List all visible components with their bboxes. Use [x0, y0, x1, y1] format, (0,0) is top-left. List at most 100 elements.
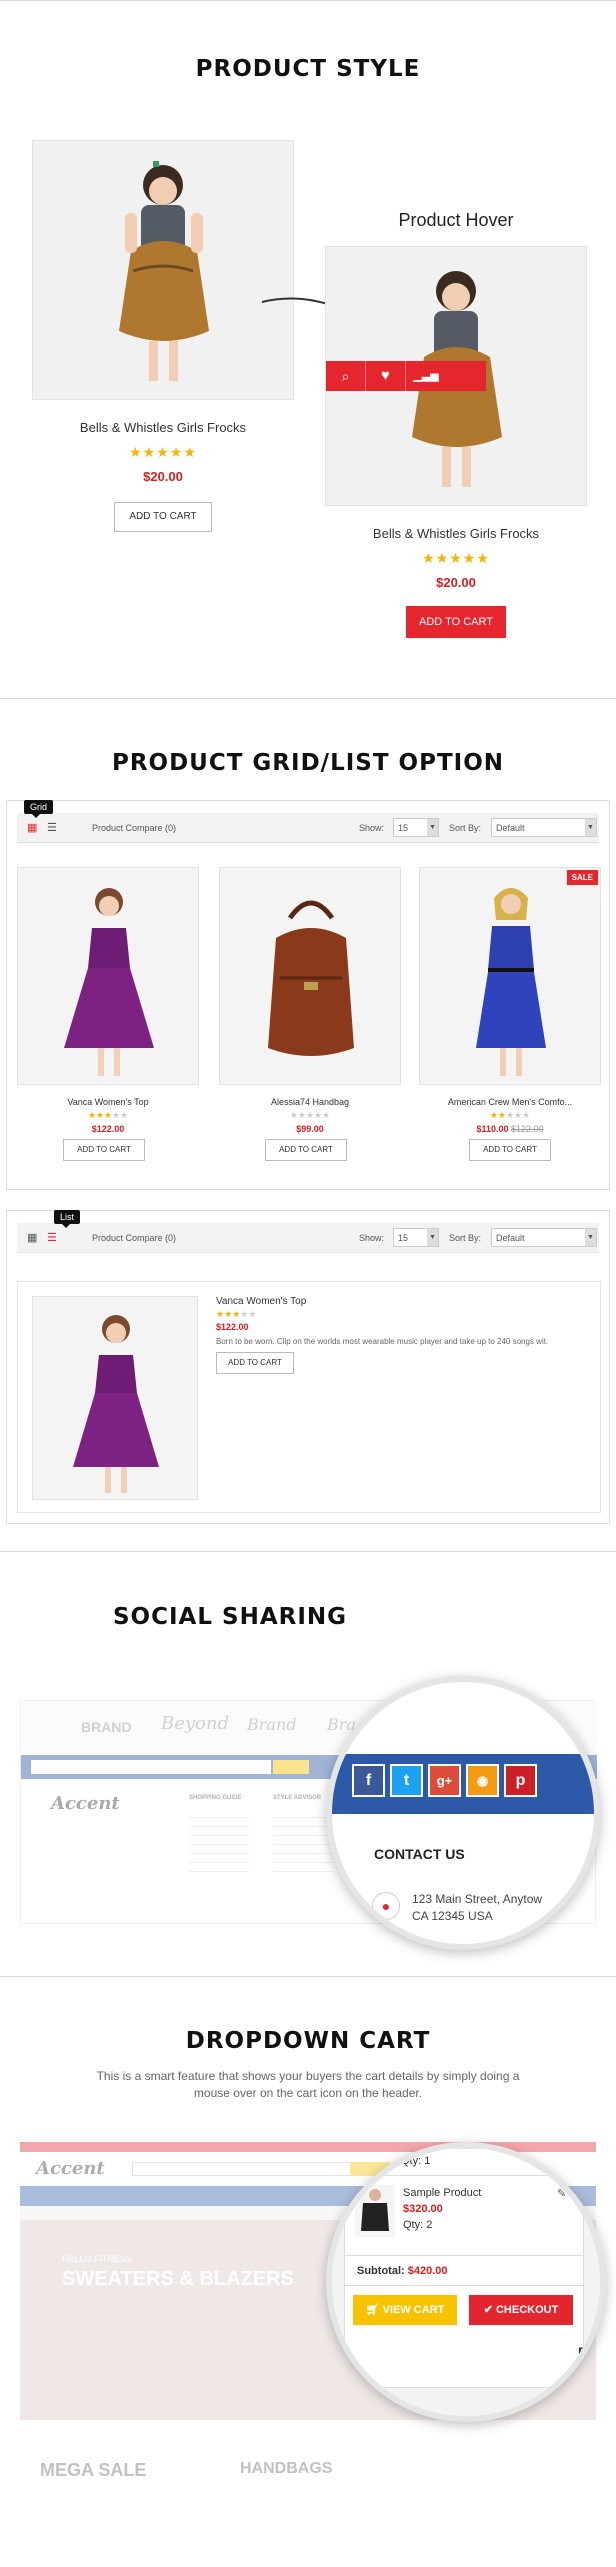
product-image-hover[interactable]: ⌕ ♥ ▁▃▅ — [325, 246, 587, 506]
divider — [0, 698, 616, 699]
google-plus-icon[interactable]: g+ — [428, 1764, 461, 1797]
handbags-banner: HANDBAGS — [240, 2460, 333, 2477]
list-toolbar: ▦ ☰ Product Compare (0) Show: 15 ▼ Sort B… — [17, 1223, 599, 1253]
compare-icon[interactable]: ▁▃▅ — [406, 361, 446, 391]
product-card-image[interactable] — [17, 867, 199, 1085]
checkout-label: CHECKOUT — [495, 2304, 559, 2316]
product-rating: ★★★★★ — [129, 444, 197, 460]
brand-logo: Brand — [247, 1715, 297, 1734]
product-name[interactable]: Vanca Women's Top — [17, 1097, 199, 1107]
chevron-down-icon: ▼ — [427, 1229, 438, 1246]
cart-divider — [345, 2285, 585, 2286]
list-view-icon[interactable]: ☰ — [47, 1231, 57, 1244]
footer-links — [189, 1809, 249, 1879]
quick-view-search-icon[interactable]: ⌕ — [326, 361, 366, 391]
product-rating-hover: ★★★★★ — [422, 550, 490, 566]
show-select[interactable]: 15 ▼ — [393, 1228, 439, 1247]
social-magnifier: f t g+ ◉ p CONTACT US ● 123 Main Street,… — [326, 1676, 600, 1950]
description-line: mouse over on the cart icon on the heade… — [193, 2086, 423, 2100]
list-item: Vanca Women's Top ★★★★★ $122.00 Born to … — [17, 1281, 601, 1513]
product-price: $122.00 — [91, 1124, 125, 1134]
cart-item-image[interactable] — [355, 2185, 395, 2237]
product-name[interactable]: Bells & Whistles Girls Frocks — [32, 420, 294, 435]
rss-icon[interactable]: ◉ — [466, 1764, 499, 1797]
product-name[interactable]: Alessia74 Handbag — [219, 1097, 401, 1107]
add-to-cart-button[interactable]: ADD TO CART — [216, 1352, 294, 1374]
pinterest-icon[interactable]: p — [504, 1764, 537, 1797]
cart-item-qty: Qty: 2 — [403, 2219, 433, 2231]
cart-divider — [345, 2175, 585, 2176]
product-price: $99.00 — [296, 1124, 324, 1134]
chevron-down-icon: ▼ — [585, 819, 596, 836]
top-divider — [0, 0, 616, 1]
grid-view-icon[interactable]: ▦ — [27, 821, 37, 834]
product-compare-link[interactable]: Product Compare (0) — [92, 823, 176, 833]
remove-x-icon[interactable]: ✕ — [571, 2187, 580, 2200]
footer-links — [273, 1809, 333, 1879]
list-item-image[interactable] — [32, 1296, 198, 1500]
list-tooltip: List — [54, 1210, 81, 1228]
checkout-button[interactable]: ✔ CHECKOUT — [469, 2295, 573, 2325]
section-title-social-sharing: SOCIAL SHARING — [112, 1604, 348, 1630]
list-item-name[interactable]: Vanca Women's Top — [216, 1296, 306, 1307]
sort-select[interactable]: Default ▼ — [491, 818, 597, 837]
search-button[interactable] — [273, 1760, 309, 1774]
footer-col-title: SHOPPING GUIDE — [189, 1795, 242, 1801]
add-to-cart-button[interactable]: ADD TO CART — [114, 502, 212, 532]
product-card-image[interactable] — [219, 867, 401, 1085]
old-price: $122.00 — [511, 1124, 544, 1134]
list-item-description: Born to be worn. Clip on the worlds most… — [216, 1337, 549, 1346]
blue-dress-image — [476, 888, 546, 1076]
add-to-cart-button-hover[interactable]: ADD TO CART — [406, 606, 506, 638]
divider — [0, 1976, 616, 1977]
product-name[interactable]: American Crew Men's Comfo... — [419, 1097, 601, 1107]
view-cart-button[interactable]: 🛒︎ VIEW CART — [353, 2295, 457, 2325]
brand-logo: BRAND — [81, 1719, 132, 1735]
wishlist-heart-icon[interactable]: ♥ — [366, 361, 406, 391]
twitter-icon[interactable]: t — [390, 1764, 423, 1797]
address-line-1: 123 Main Street, Anytow — [412, 1892, 543, 1906]
grid-view-panel: ▦ ☰ Product Compare (0) Show: 15 ▼ Sort B… — [6, 800, 610, 1190]
section-title-dropdown-cart: DROPDOWN CART — [185, 2028, 431, 2054]
product-price: $20.00 — [143, 469, 183, 484]
show-select[interactable]: 15 ▼ — [393, 818, 439, 837]
previous-item-qty: Qty: 1 — [401, 2155, 431, 2167]
product-rating: ★★★★★ — [489, 1110, 531, 1120]
brand-logo: Beyond — [161, 1713, 230, 1734]
check-icon: ✔ — [483, 2304, 493, 2316]
edit-pencil-icon[interactable]: ✎ — [557, 2187, 566, 2200]
product-name-hover[interactable]: Bells & Whistles Girls Frocks — [325, 526, 587, 541]
show-label: Show: — [359, 823, 385, 833]
mega-sale-banner: MEGA SALE — [40, 2460, 147, 2480]
grid-tooltip: Grid — [24, 800, 54, 818]
grid-toolbar: ▦ ☰ Product Compare (0) Show: 15 ▼ Sort B… — [17, 813, 599, 843]
description-line: This is a smart feature that shows your … — [96, 2069, 520, 2083]
subtotal-label: Subtotal: — [357, 2265, 405, 2277]
cart-item-name[interactable]: Sample Product — [403, 2187, 481, 2199]
list-view-icon[interactable]: ☰ — [47, 821, 57, 834]
sort-select[interactable]: Default ▼ — [491, 1228, 597, 1247]
list-view-panel: ▦ ☰ Product Compare (0) Show: 15 ▼ Sort B… — [6, 1210, 610, 1524]
grid-view-icon[interactable]: ▦ — [27, 1231, 37, 1244]
footer-col-title: STYLE ADVISOR — [273, 1795, 322, 1801]
add-to-cart-button[interactable]: ADD TO CART — [265, 1139, 347, 1161]
subtotal-value: $420.00 — [407, 2265, 448, 2277]
sort-value: Default — [496, 1233, 525, 1243]
product-card-image[interactable]: SALE — [419, 867, 601, 1085]
show-value: 15 — [398, 1233, 409, 1243]
subtotal-row: Subtotal: $420.00 — [357, 2265, 448, 2277]
product-compare-link[interactable]: Product Compare (0) — [92, 1233, 176, 1243]
facebook-icon[interactable]: f — [352, 1764, 385, 1797]
address-line-2: CA 12345 USA — [412, 1909, 493, 1923]
show-label: Show: — [359, 1233, 385, 1243]
hero-heading: SWEATERS & BLAZERS — [62, 2268, 294, 2290]
add-to-cart-button[interactable]: ADD TO CART — [63, 1139, 145, 1161]
add-to-cart-button[interactable]: ADD TO CART — [469, 1139, 551, 1161]
section-title-product-style: PRODUCT STYLE — [195, 56, 421, 82]
hero-small-text: HELLO FITNESS — [62, 2254, 133, 2264]
search-input[interactable] — [31, 1760, 271, 1774]
show-value: 15 — [398, 823, 409, 833]
chevron-down-icon: ▼ — [585, 1229, 596, 1246]
product-image[interactable] — [32, 140, 294, 400]
sort-value: Default — [496, 823, 525, 833]
